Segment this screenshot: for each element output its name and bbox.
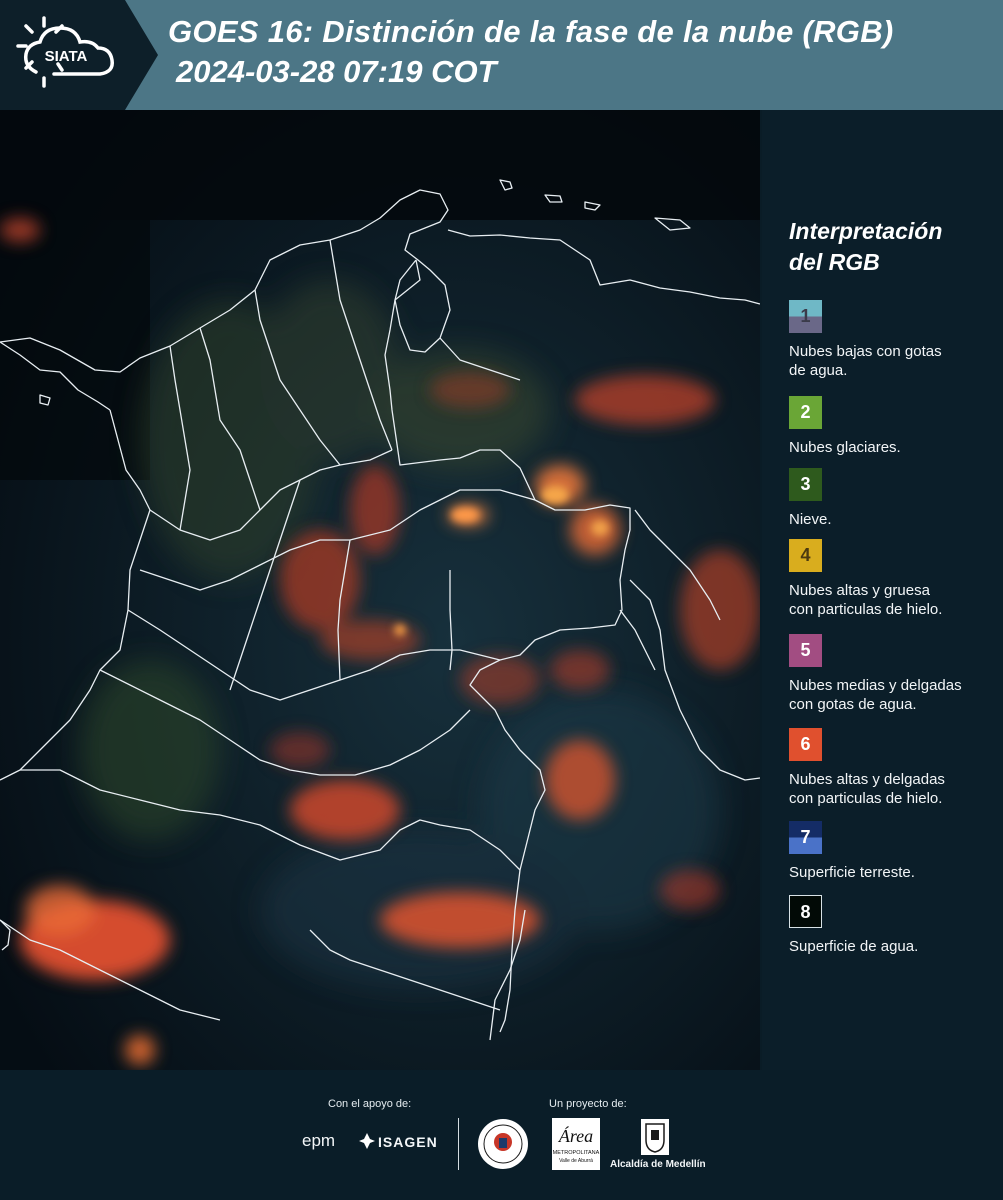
- seal-logo-icon: [478, 1119, 528, 1169]
- legend-label: Nubes glaciares.: [789, 439, 901, 456]
- legend-item: 5 Nubes medias y delgadas con gotas de ag…: [789, 634, 999, 714]
- legend-label: Nubes altas y delgadas con particulas de …: [789, 771, 945, 807]
- legend-swatch: 3: [789, 468, 822, 501]
- legend-label: Nubes medias y delgadas con gotas de agua…: [789, 677, 962, 713]
- siata-logo-icon: SIATA: [16, 16, 114, 88]
- legend-title: Interpretación del RGB: [789, 218, 943, 275]
- legend-swatch: 5: [789, 634, 822, 667]
- svg-text:METROPOLITANA: METROPOLITANA: [553, 1150, 600, 1156]
- legend-item: 8 Superficie de agua.: [789, 895, 999, 956]
- legend-swatch: 8: [789, 895, 822, 928]
- legend-item: 2 Nubes glaciares.: [789, 396, 999, 457]
- legend-label: Nubes altas y gruesa con particulas de hi…: [789, 582, 943, 618]
- legend-swatch: 7: [789, 821, 822, 854]
- legend-swatch: 6: [789, 728, 822, 761]
- legend-item: 6 Nubes altas y delgadas con particulas d…: [789, 728, 999, 808]
- legend-item: 1 Nubes bajas con gotas de agua.: [789, 300, 999, 380]
- epm-logo: epm: [302, 1131, 336, 1150]
- legend-item: 4 Nubes altas y gruesa con particulas de …: [789, 539, 999, 619]
- legend-swatch: 4: [789, 539, 822, 572]
- satellite-image: [0, 110, 760, 1070]
- svg-text:SIATA: SIATA: [45, 48, 88, 65]
- legend-item: 3 Nieve.: [789, 468, 999, 529]
- timestamp: 2024-03-28 07:19 COT: [176, 54, 497, 89]
- isagen-logo: ISAGEN: [378, 1134, 438, 1150]
- legend-label: Superficie de agua.: [789, 938, 919, 955]
- alcaldia-label: Alcaldía de Medellín: [610, 1159, 706, 1170]
- legend-item: 7 Superficie terreste.: [789, 821, 999, 882]
- support-label: Con el apoyo de:: [328, 1098, 412, 1110]
- satellite-map[interactable]: [0, 110, 760, 1070]
- isagen-icon: [359, 1133, 375, 1149]
- footer: Con el apoyo de: Un proyecto de: epm ISA…: [0, 1070, 1003, 1200]
- legend-label: Nieve.: [789, 511, 832, 528]
- legend-panel: Interpretación del RGB 1 Nubes bajas con…: [762, 110, 1003, 1070]
- page-title: GOES 16: Distinción de la fase de la nub…: [168, 14, 894, 49]
- header: SIATA GOES 16: Distinción de la fase de …: [0, 0, 1003, 110]
- footer-divider: [458, 1118, 459, 1170]
- legend-swatch: 2: [789, 396, 822, 429]
- svg-text:Valle de Aburrá: Valle de Aburrá: [559, 1158, 593, 1164]
- alcaldia-shield-icon: [641, 1119, 669, 1155]
- project-label: Un proyecto de:: [549, 1098, 627, 1110]
- area-metropolitana-logo-icon: Área METROPOLITANA Valle de Aburrá: [552, 1118, 600, 1170]
- legend-label: Nubes bajas con gotas de agua.: [789, 343, 942, 379]
- legend-label: Superficie terreste.: [789, 864, 915, 881]
- svg-text:Área: Área: [558, 1125, 593, 1146]
- legend-swatch: 1: [789, 300, 822, 333]
